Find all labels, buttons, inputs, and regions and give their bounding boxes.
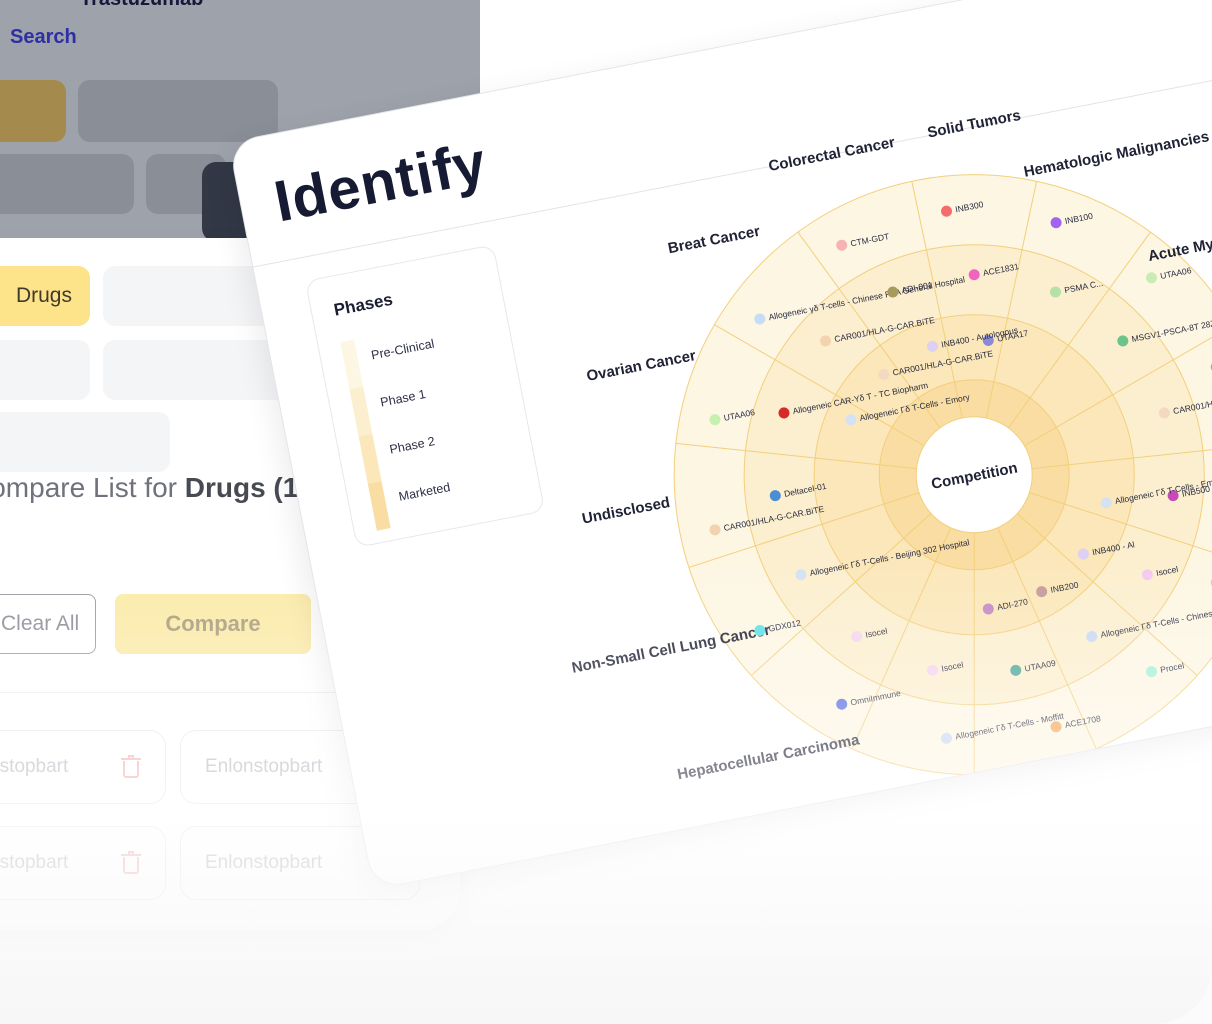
drug-title: Trastuzumab: [80, 0, 203, 11]
competition-wheel-svg: Solid TumorsHematologic MalignanciesAcut…: [570, 107, 1212, 836]
indication-label: Ovarian Cancer: [585, 347, 697, 385]
phase-swatch-preclinical: [340, 339, 364, 390]
search-link[interactable]: Search: [10, 26, 77, 49]
identify-panel: Identify Phases Pre-Clinical Phase 1 Pha…: [228, 0, 1212, 890]
clear-all-button[interactable]: Clear All: [0, 594, 96, 654]
indication-label: Hematologic Malignancies: [1022, 128, 1210, 181]
compare-button[interactable]: Compare: [115, 594, 311, 654]
indication-label: Breat Cancer: [667, 223, 762, 258]
indication-label: Colorectal Cancer: [767, 134, 896, 175]
indication-label: Hepatocellular Carcinoma: [676, 731, 862, 783]
tab-ghost[interactable]: [0, 340, 90, 400]
phase-swatch-phase2: [358, 433, 382, 484]
compare-drug-card: Enlonstopbart: [0, 730, 166, 804]
drug-card-name: Enlonstopbart: [205, 756, 323, 777]
trash-icon[interactable]: [121, 851, 141, 874]
drug-card-name: Enlonstopbart: [0, 756, 69, 777]
phase-swatch-marketed: [367, 480, 391, 531]
drug-card-name: Enlonstopbart: [0, 852, 69, 873]
filter-chip[interactable]: [0, 154, 134, 214]
competition-wheel: Solid Tumors Hematologic Malignancies Acut…: [564, 64, 1212, 885]
filter-chip[interactable]: [78, 80, 278, 142]
phase-label: Phase 1: [379, 387, 427, 410]
phases-title: Phases: [332, 289, 395, 320]
indication-label: Mesothelioma: [996, 799, 1098, 835]
phase-label: Marketed: [397, 480, 452, 504]
phase-label: Phase 2: [388, 434, 437, 457]
compare-drug-card: Enlonstopbart: [0, 826, 166, 900]
screenshot-stage: Trastuzumab Search Drugs Compare List fo…: [0, 0, 1212, 1024]
compare-list-title: Compare List for Drugs (1): [0, 472, 308, 504]
tab-drugs[interactable]: Drugs: [0, 266, 90, 326]
compare-title-prefix: Compare List for: [0, 472, 177, 503]
phase-label: Pre-Clinical: [370, 336, 436, 363]
phases-legend: Phases Pre-Clinical Phase 1 Phase 2 Mark…: [304, 244, 546, 548]
trash-icon[interactable]: [121, 755, 141, 778]
compare-title-count: Drugs (1): [184, 472, 308, 503]
indication-label: Solid Tumors: [926, 107, 1022, 142]
indication-label: Osteosarcoma: [1127, 739, 1212, 776]
tab-ghost[interactable]: [0, 412, 170, 472]
indication-label: Prostate Cancer: [843, 797, 959, 836]
filter-chip-active[interactable]: [0, 80, 66, 142]
phase-swatch-phase1: [349, 386, 373, 437]
page-title: Identify: [269, 129, 492, 235]
indication-label: Undisclosed: [581, 494, 672, 528]
drug-card-name: Enlonstopbart: [205, 852, 323, 873]
